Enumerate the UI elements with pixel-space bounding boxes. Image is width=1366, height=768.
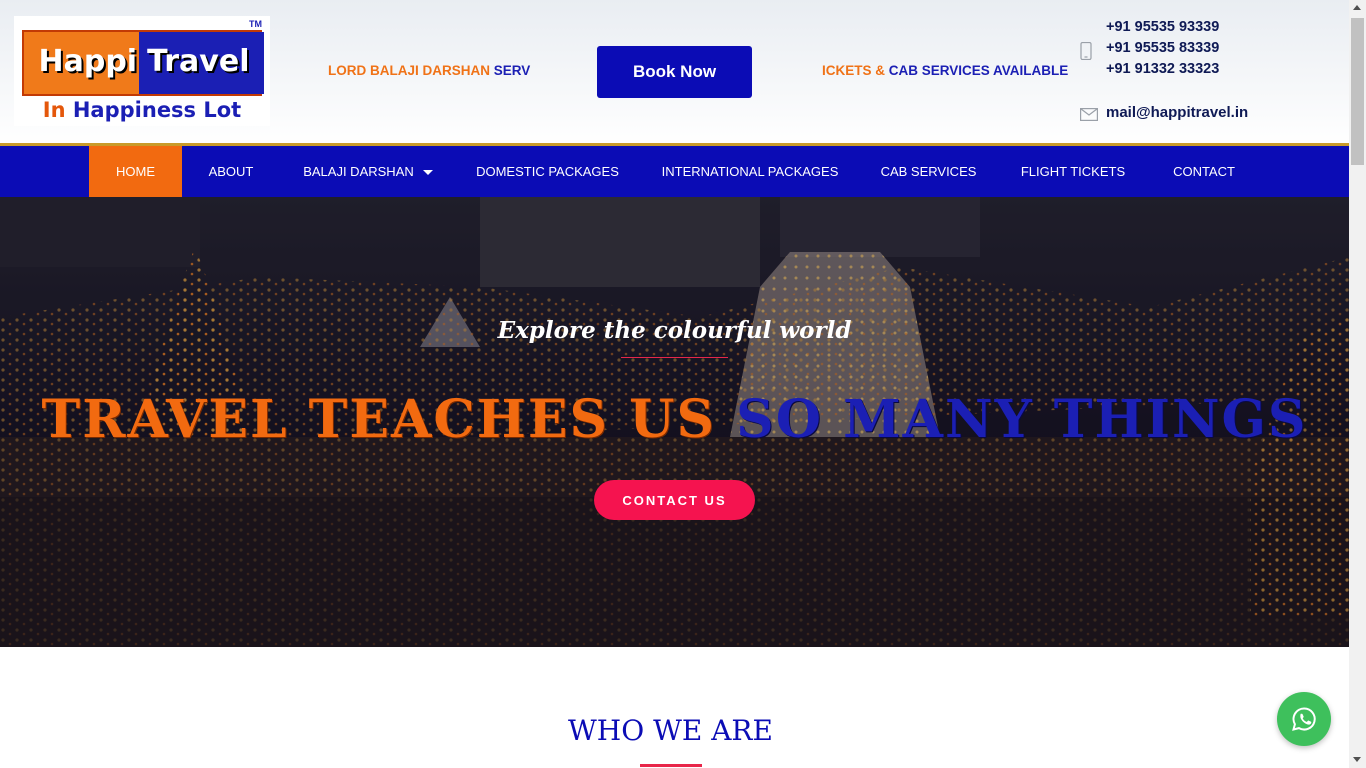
envelope-icon — [1080, 108, 1098, 121]
hero-title-blue: SO MANY THINGS — [736, 389, 1308, 450]
whatsapp-icon — [1292, 707, 1316, 731]
contact-us-button[interactable]: CONTACT US — [594, 480, 755, 520]
main-navigation: HOME ABOUT BALAJI DARSHAN DOMESTIC PACKA… — [0, 146, 1349, 197]
ticker-text-left: LORD BALAJI DARSHAN SERV — [328, 63, 531, 78]
mobile-phone-icon — [1080, 42, 1092, 60]
nav-item-cab-services[interactable]: CAB SERVICES — [875, 146, 982, 197]
phone-number-1[interactable]: +91 95535 93339 — [1106, 19, 1219, 35]
scrollbar-thumb[interactable] — [1351, 18, 1364, 165]
section-divider — [640, 764, 702, 767]
chevron-down-icon — [422, 169, 433, 175]
logo-tagline: In Happiness Lot — [42, 98, 242, 122]
hero-banner: Explore the colourful world TRAVEL TEACH… — [0, 197, 1349, 647]
email-link[interactable]: mail@happitravel.in — [1106, 104, 1248, 121]
nav-item-contact[interactable]: CONTACT — [1164, 146, 1244, 197]
hero-title: TRAVEL TEACHES US SO MANY THINGS — [0, 389, 1349, 450]
site-logo[interactable]: Happi Travel TM In Happiness Lot — [14, 16, 270, 126]
nav-item-domestic-packages[interactable]: DOMESTIC PACKAGES — [470, 146, 625, 197]
nav-item-home[interactable]: HOME — [89, 146, 182, 197]
site-header: Happi Travel TM In Happiness Lot LORD BAL… — [0, 0, 1349, 146]
hero-title-orange: TRAVEL TEACHES US — [41, 389, 717, 450]
section-title: WHO WE ARE — [568, 714, 773, 747]
hero-subtitle: Explore the colourful world — [497, 317, 852, 344]
scroll-up-arrow-icon[interactable] — [1353, 5, 1361, 10]
nav-item-international-packages[interactable]: INTERNATIONAL PACKAGES — [655, 146, 845, 197]
ticker-text-right: ICKETS & CAB SERVICES AVAILABLE — [822, 63, 1069, 78]
phone-number-2[interactable]: +91 95535 83339 — [1106, 40, 1219, 56]
logo-badge: Happi Travel — [22, 30, 264, 96]
whatsapp-chat-button[interactable] — [1277, 692, 1331, 746]
nav-item-balaji-darshan[interactable]: BALAJI DARSHAN — [296, 146, 440, 197]
scroll-down-arrow-icon[interactable] — [1353, 757, 1361, 762]
logo-word-travel: Travel — [147, 44, 250, 79]
trademark-mark: TM — [249, 19, 262, 29]
book-now-button[interactable]: Book Now — [597, 46, 752, 98]
logo-word-happi: Happi — [38, 44, 138, 79]
phone-number-3[interactable]: +91 91332 33323 — [1106, 61, 1219, 77]
hero-divider — [621, 357, 728, 358]
nav-item-flight-tickets[interactable]: FLIGHT TICKETS — [1012, 146, 1134, 197]
nav-item-about[interactable]: ABOUT — [196, 146, 266, 197]
